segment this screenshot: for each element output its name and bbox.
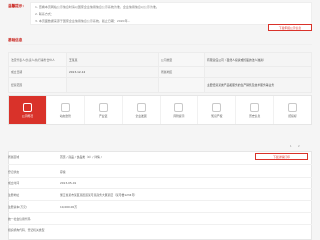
- divider: [8, 188, 312, 189]
- tab-overview[interactable]: 公示概况: [9, 96, 47, 124]
- overview-icon: [22, 102, 32, 112]
- value-scope: [66, 77, 159, 93]
- tab-bar: 公示概况 动态监管 产业链 企业发展 风险提示 知识产权 历史信息 招投标: [8, 95, 312, 125]
- table-row: 经营范围 主要经营某类产品和服务的生产销售及技术服务等业务: [8, 77, 312, 93]
- divider: [8, 44, 312, 45]
- label-extra: [158, 77, 205, 93]
- value-founded: 2013-12-12: [66, 66, 159, 78]
- page-2[interactable]: 2: [298, 145, 300, 148]
- notice-line-3: 3. 本页面数据来源于国家企业信用信息公示系统，截止日期：2020年...: [35, 19, 131, 23]
- divider: [8, 164, 312, 165]
- table-row: 成立日期 2013-12-12 所属地区: [8, 66, 312, 78]
- tab-development[interactable]: 企业发展: [123, 96, 161, 124]
- label-legal-rep: 法定代表人/负责人/执行事务合伙人: [8, 52, 67, 67]
- table-row: 法定代表人/负责人/执行事务合伙人 王某某 公司类型 有限责任公司（自然人投资或…: [8, 52, 312, 67]
- bidding-icon: [288, 102, 298, 112]
- basic-info-table: 法定代表人/负责人/执行事务合伙人 王某某 公司类型 有限责任公司（自然人投资或…: [8, 52, 312, 93]
- value-company-type: 有限责任公司（自然人投资或控股的法人独资）: [204, 52, 312, 67]
- notice-box: 1. 查看本页网站公示信息时请以国家企业信用信息公示系统为准，企业信用信息以公示…: [30, 2, 312, 25]
- notice-line-1: 1. 查看本页网站公示信息时请以国家企业信用信息公示系统为准，企业信用信息以公示…: [35, 5, 159, 9]
- tab-history[interactable]: 历史信息: [236, 96, 275, 124]
- divider: [8, 224, 312, 225]
- divider: [8, 200, 312, 201]
- notice-line-2: 2. 联系方式：: [35, 12, 54, 16]
- label-scope: 经营范围: [8, 77, 67, 93]
- page-1[interactable]: 1: [290, 145, 292, 148]
- field-address-value: 浙江省某市某区某街道某号某商务大厦某层（某号楼1234号）: [60, 193, 138, 197]
- dynamic-icon: [60, 102, 70, 112]
- field-status-label: 登记状态: [8, 170, 20, 174]
- field-founded-value: 2013-05-01: [60, 181, 77, 185]
- detail-breadcrumb-label: 所属区域: [8, 155, 20, 159]
- risk-icon: [174, 102, 184, 112]
- divider: [8, 177, 312, 178]
- label-company-type: 公司类型: [158, 52, 205, 67]
- chain-icon: [98, 102, 108, 112]
- history-icon: [250, 102, 260, 112]
- development-icon: [136, 102, 146, 112]
- field-credit-code-label: 统一社会信用代码: [8, 217, 31, 221]
- value-region: [204, 66, 312, 78]
- field-org-code-label: 组织机构代码、登记机关类型: [8, 228, 45, 232]
- detail-breadcrumb[interactable]: 首页 / 商品 / 食品类（0）/ 详情 /: [60, 155, 102, 159]
- label-region: 所属地区: [158, 66, 205, 78]
- field-status-value: 存续: [60, 170, 66, 174]
- value-scope-detail: 主要经营某类产品和服务的生产销售及技术服务等业务: [204, 77, 312, 93]
- field-capital-value: 10,000.00万: [60, 205, 78, 209]
- field-address-label: 注册地址: [8, 193, 20, 197]
- notice-title: 温馨提示：: [8, 4, 26, 8]
- tab-ip[interactable]: 知识产权: [198, 96, 237, 124]
- value-legal-rep: 王某某: [66, 52, 159, 67]
- divider: [8, 212, 312, 213]
- ip-icon: [212, 102, 222, 112]
- tab-risk[interactable]: 风险提示: [161, 96, 199, 124]
- tab-chain[interactable]: 产业链: [85, 96, 123, 124]
- download-report-button[interactable]: 下载年报公示信息: [268, 24, 312, 31]
- field-founded-label: 成立时间: [8, 181, 20, 185]
- tab-bidding[interactable]: 招投标: [274, 96, 311, 124]
- basic-section-title: 基础信息: [8, 38, 23, 42]
- label-founded: 成立日期: [8, 66, 67, 78]
- field-capital-label: 注册资本(万元): [8, 205, 27, 209]
- export-detail-button[interactable]: 下载详情打印: [255, 153, 308, 160]
- tab-dynamic[interactable]: 动态监管: [47, 96, 85, 124]
